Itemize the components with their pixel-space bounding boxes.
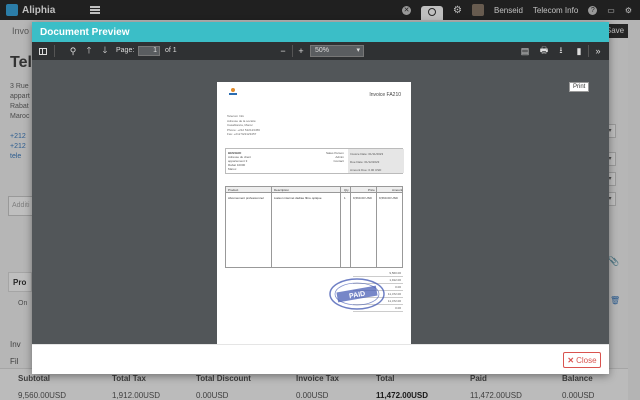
client-line: Maroc	[228, 167, 237, 171]
invoice-dates: Invoice Date: 01/11/2023 Due Date: 01/12…	[348, 149, 404, 173]
download-button[interactable]: ⭳	[554, 44, 568, 58]
sender-line: Fax: +212 522123457	[227, 132, 257, 136]
double-chevron-right-icon: »	[595, 46, 601, 56]
cell-product: Abonnement professionnel	[228, 196, 264, 200]
download-icon: ⭳	[559, 45, 563, 55]
close-button[interactable]: ✕ Close	[563, 352, 601, 368]
column-divider	[271, 187, 272, 267]
zoom-out-button[interactable]: −	[276, 44, 290, 58]
sidebar-toggle-button[interactable]	[36, 44, 50, 58]
modal-header: Document Preview	[32, 22, 609, 42]
invoice-number: Invoice FA210	[369, 92, 401, 98]
amount-due: Amount Due: 0.00 USD	[350, 168, 382, 172]
document-preview-modal: Document Preview ⚲ 🡑 🡓 Page: 1 of 1 − + …	[32, 22, 609, 374]
bookmark-button[interactable]: ▮	[572, 44, 586, 58]
tools-button[interactable]: »	[591, 44, 605, 58]
search-icon: ⚲	[69, 45, 77, 56]
sender-address: Telecom Info Adresse de la société Casab…	[227, 114, 260, 137]
pdf-total-value: 11,472.00	[387, 299, 401, 303]
column-divider	[340, 187, 341, 267]
page-total: of 1	[165, 47, 177, 54]
close-icon: ✕	[567, 355, 575, 365]
printer-icon: 🖶	[539, 45, 549, 55]
pdf-total-value: 0.00	[395, 285, 401, 289]
cell-description: Liaison internet dédiée fibre optique	[274, 196, 322, 200]
zoom-select[interactable]: 50%	[310, 45, 364, 57]
cell-price: 9,560.00 USD	[353, 196, 372, 200]
print-button[interactable]: 🖶	[537, 44, 551, 58]
next-page-button[interactable]: 🡓	[98, 44, 112, 58]
plus-icon: +	[298, 46, 304, 56]
divider	[292, 45, 293, 57]
modal-title: Document Preview	[40, 26, 130, 38]
client-address: BENSEID Adresse du client appartement 3 …	[228, 151, 251, 171]
pdf-total-value: 0.00	[395, 306, 401, 310]
open-file-icon: ▤	[520, 45, 530, 56]
open-file-button[interactable]: ▤	[518, 44, 532, 58]
invoice-date: Invoice Date: 01/11/2023	[350, 152, 384, 156]
column-divider	[350, 187, 351, 267]
cell-amount: 9,560.00 USD	[379, 196, 398, 200]
divider	[588, 45, 589, 57]
due-date: Due Date: 01/12/2023	[350, 160, 380, 164]
close-label: Close	[576, 355, 597, 365]
line-items-table: Product Description Qty Price Amount Abo…	[225, 186, 403, 268]
column-header: Price	[368, 188, 375, 192]
page-number-input[interactable]: 1	[138, 46, 160, 56]
print-tooltip: Print	[569, 82, 590, 92]
sidebar-icon	[39, 47, 47, 55]
sales-info: Sales Person Admin Contact	[326, 151, 344, 163]
zoom-in-button[interactable]: +	[294, 44, 308, 58]
arrow-up-icon: 🡑	[86, 45, 92, 55]
modal-footer: ✕ Close	[32, 344, 609, 374]
column-divider	[376, 187, 377, 267]
company-logo	[229, 88, 237, 96]
bookmark-icon: ▮	[576, 45, 582, 56]
pdf-page: Invoice FA210 Telecom Info Adresse de la…	[217, 82, 411, 364]
paid-stamp: PAID	[329, 278, 385, 310]
pdf-viewer: ⚲ 🡑 🡓 Page: 1 of 1 − + 50% ▤ 🖶 ⭳ ▮ » Inv…	[32, 42, 609, 364]
pdf-total-value: 9,560.00	[389, 271, 401, 275]
previous-page-button[interactable]: 🡑	[82, 44, 96, 58]
pdf-total-value: 11,472.00	[387, 292, 401, 296]
pdf-total-value: 1,912.00	[389, 278, 401, 282]
sales-line: Contact	[333, 159, 344, 163]
pdf-toolbar: ⚲ 🡑 🡓 Page: 1 of 1 − + 50% ▤ 🖶 ⭳ ▮ »	[32, 42, 609, 60]
arrow-down-icon: 🡓	[102, 45, 108, 55]
minus-icon: −	[280, 46, 286, 56]
stamp-text: PAID	[349, 291, 366, 301]
divider	[54, 45, 55, 57]
column-header: Qty	[344, 188, 349, 192]
page-label: Page:	[116, 47, 135, 54]
find-button[interactable]: ⚲	[66, 44, 80, 58]
cell-qty: 1	[344, 196, 346, 200]
column-header: Product	[228, 188, 239, 192]
client-info-box: BENSEID Adresse du client appartement 3 …	[225, 148, 404, 174]
column-header: Amount	[392, 188, 403, 192]
column-header: Description	[274, 188, 290, 192]
